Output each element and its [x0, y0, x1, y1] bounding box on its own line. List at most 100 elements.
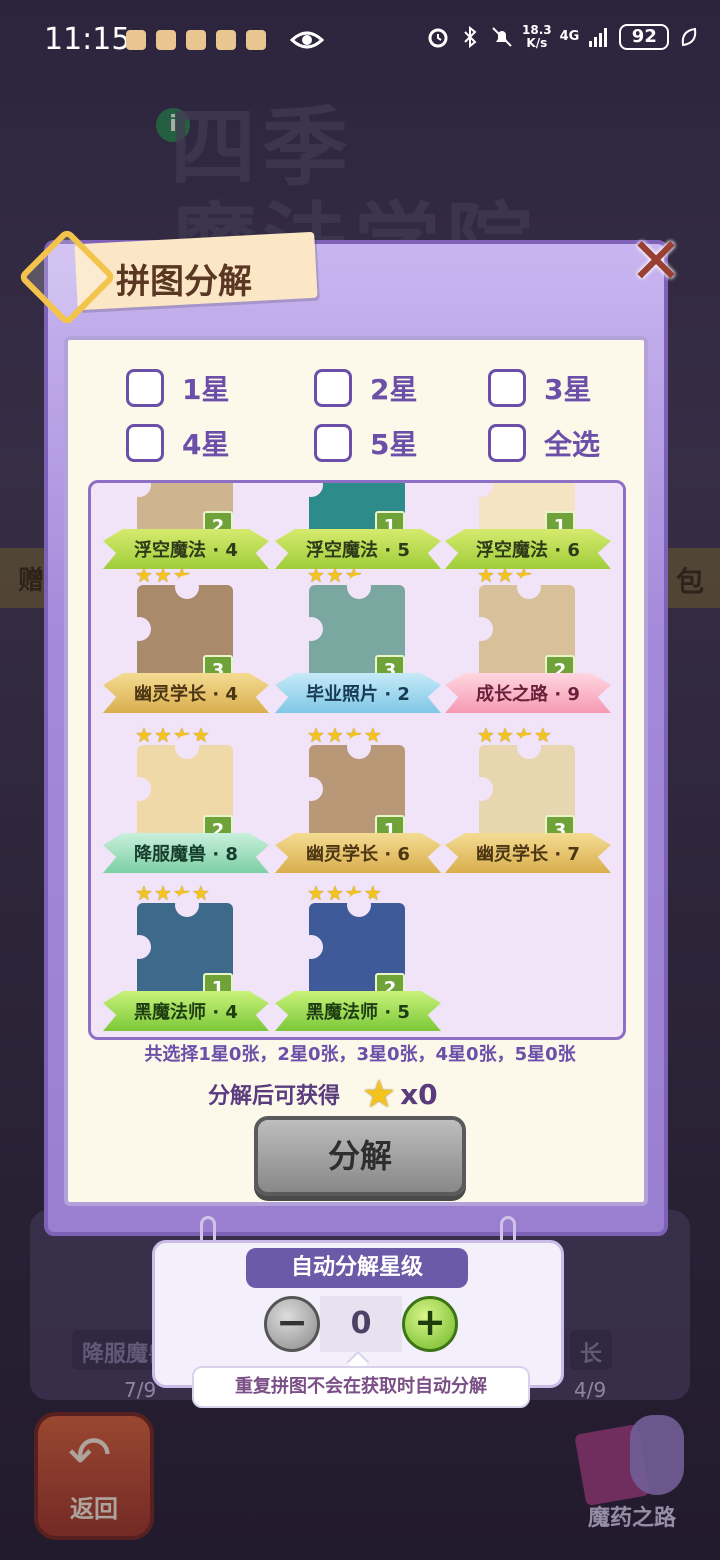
reward-label: 分解后可获得 — [208, 1084, 341, 1109]
star-icon: ★ — [362, 1072, 397, 1116]
star-icon: ★ — [307, 881, 325, 905]
filter-1-star[interactable]: 1星 — [126, 368, 229, 408]
status-bar: 11:15 18.3 K/s 4G 92 — [0, 0, 720, 80]
bluetooth-icon — [464, 25, 477, 49]
puzzle-knob — [299, 777, 323, 801]
puzzle-piece[interactable]: ★★★3幽灵学长 · 4 — [103, 563, 275, 735]
checkbox[interactable] — [314, 424, 352, 462]
checkbox[interactable] — [314, 369, 352, 407]
notification-icons — [126, 30, 266, 50]
checkbox-label: 4星 — [182, 428, 230, 461]
puzzle-grid[interactable]: ★2浮空魔法 · 4★1浮空魔法 · 5★1浮空魔法 · 6★★★3幽灵学长 ·… — [88, 480, 626, 1040]
auto-split-value: 0 — [320, 1296, 402, 1352]
star-icon: ★ — [307, 723, 325, 747]
puzzle-knob — [175, 575, 199, 599]
dialog-title-banner: 拼图分解 — [17, 222, 318, 327]
star-icon: ★ — [477, 563, 495, 587]
reward-count: x0 — [400, 1077, 438, 1111]
signal-icon — [589, 28, 608, 47]
star-rating: ★★★★ — [307, 725, 382, 745]
puzzle-knob — [517, 575, 541, 599]
puzzle-knob — [127, 935, 151, 959]
checkbox[interactable] — [126, 369, 164, 407]
star-icon: ★ — [135, 563, 153, 587]
puzzle-knob — [517, 735, 541, 759]
puzzle-knob — [175, 735, 199, 759]
star-rating: ★★★★ — [135, 725, 210, 745]
puzzle-knob — [299, 935, 323, 959]
network-type: 4G — [559, 29, 580, 44]
piece-name-ribbon: 黑魔法师 · 4 — [103, 991, 269, 1031]
puzzle-knob — [469, 777, 493, 801]
star-icon: ★ — [325, 723, 344, 747]
filter-2-star[interactable]: 2星 — [314, 368, 417, 408]
checkbox-label: 3星 — [544, 373, 592, 406]
piece-name-ribbon: 成长之路 · 9 — [445, 673, 611, 713]
auto-split-title: 自动分解星级 — [246, 1248, 468, 1288]
puzzle-knob — [347, 575, 371, 599]
puzzle-piece[interactable]: ★★★★3幽灵学长 · 7 — [445, 725, 617, 895]
reward-row: 分解后可获得 ★ x0 — [208, 1072, 438, 1116]
network-speed: 18.3 K/s — [522, 23, 552, 50]
checkbox-label: 全选 — [544, 428, 601, 461]
puzzle-piece[interactable]: ★★★★2降服魔兽 · 8 — [103, 725, 275, 895]
puzzle-knob — [299, 617, 323, 641]
star-icon: ★ — [135, 723, 153, 747]
mute-icon — [492, 27, 512, 47]
checkbox-label: 1星 — [182, 373, 230, 406]
selection-summary: 共选择1星0张，2星0张，3星0张，4星0张，5星0张 — [144, 1044, 576, 1065]
star-icon: ★ — [325, 881, 344, 905]
puzzle-knob — [175, 893, 199, 917]
battery-indicator: 92 — [619, 24, 670, 50]
split-button[interactable]: 分解 — [254, 1116, 466, 1196]
leaf-icon — [682, 27, 697, 47]
star-icon: ★ — [495, 563, 514, 587]
decrease-button[interactable]: − — [264, 1296, 320, 1352]
puzzle-piece[interactable]: ★★★★1幽灵学长 · 6 — [275, 725, 447, 895]
star-icon: ★ — [153, 881, 172, 905]
app-notification-icon — [246, 30, 266, 50]
close-button[interactable]: ✕ — [626, 230, 686, 294]
star-icon: ★ — [495, 723, 514, 747]
eye-icon — [290, 31, 324, 49]
alarm-icon — [428, 28, 448, 48]
piece-name-ribbon: 幽灵学长 · 6 — [275, 833, 441, 873]
star-icon: ★ — [153, 563, 172, 587]
checkbox-label: 5星 — [370, 428, 418, 461]
piece-name-ribbon: 降服魔兽 · 8 — [103, 833, 269, 873]
app-notification-icon — [126, 30, 146, 50]
star-rating: ★★★★ — [307, 883, 382, 903]
star-icon: ★ — [153, 723, 172, 747]
checkbox[interactable] — [488, 369, 526, 407]
puzzle-piece[interactable]: ★★★2成长之路 · 9 — [445, 563, 617, 735]
app-notification-icon — [216, 30, 236, 50]
piece-name-ribbon: 毕业照片 · 2 — [275, 673, 441, 713]
puzzle-piece[interactable]: ★★★★2黑魔法师 · 5 — [275, 883, 447, 1037]
filter-4-star[interactable]: 4星 — [126, 423, 229, 463]
puzzle-knob — [127, 617, 151, 641]
app-notification-icon — [156, 30, 176, 50]
puzzle-knob — [347, 735, 371, 759]
puzzle-piece[interactable]: ★★★3毕业照片 · 2 — [275, 563, 447, 735]
piece-name-ribbon: 幽灵学长 · 4 — [103, 673, 269, 713]
star-icon: ★ — [477, 723, 495, 747]
puzzle-knob — [469, 617, 493, 641]
filter-5-star[interactable]: 5星 — [314, 423, 417, 463]
checkbox[interactable] — [488, 424, 526, 462]
filter-3-star[interactable]: 3星 — [488, 368, 591, 408]
star-rating: ★★★★ — [477, 725, 552, 745]
puzzle-piece[interactable]: ★★★★1黑魔法师 · 4 — [103, 881, 275, 1037]
checkbox-label: 2星 — [370, 373, 418, 406]
puzzle-knob — [347, 893, 371, 917]
app-notification-icon — [186, 30, 206, 50]
status-time: 11:15 — [44, 22, 131, 57]
piece-name-ribbon: 幽灵学长 · 7 — [445, 833, 611, 873]
star-icon: ★ — [307, 563, 325, 587]
star-icon: ★ — [135, 881, 153, 905]
auto-split-hint: 重复拼图不会在获取时自动分解 — [192, 1366, 530, 1408]
increase-button[interactable]: + — [402, 1296, 458, 1352]
checkbox[interactable] — [126, 424, 164, 462]
piece-name-ribbon: 黑魔法师 · 5 — [275, 991, 441, 1031]
puzzle-knob — [127, 777, 151, 801]
filter-select-all[interactable]: 全选 — [488, 423, 600, 463]
